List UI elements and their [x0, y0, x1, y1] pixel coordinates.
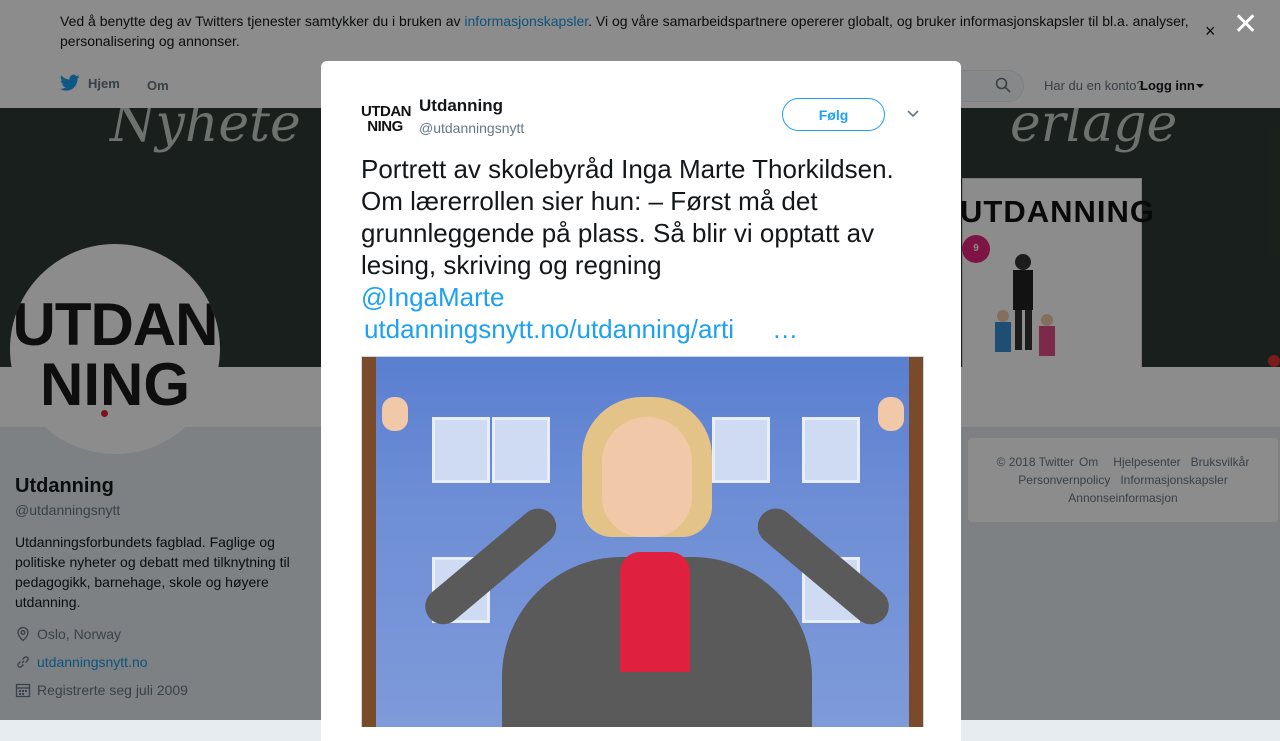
- photo-window: [802, 417, 860, 483]
- tweet-url-ellipsis: …: [772, 314, 799, 344]
- photo-window: [492, 417, 550, 483]
- photo-window-frame-right: [909, 357, 923, 727]
- tweet-author-handle[interactable]: @utdanningsnytt: [419, 120, 524, 136]
- close-icon[interactable]: ✕: [1233, 10, 1258, 40]
- tweet-avatar-line1: UTDAN: [361, 103, 412, 120]
- tweet-text-block: Portrett av skolebyråd Inga Marte Thorki…: [361, 153, 931, 345]
- follow-button[interactable]: Følg: [782, 98, 885, 131]
- photo-hand-right: [878, 397, 904, 431]
- tweet-author-name[interactable]: Utdanning: [419, 96, 503, 116]
- chevron-down-icon[interactable]: [906, 109, 920, 119]
- photo-window: [712, 417, 770, 483]
- tweet-mention-link[interactable]: @IngaMarte: [361, 281, 931, 313]
- photo-person-face: [602, 417, 692, 537]
- tweet-url-link[interactable]: utdanningsnytt.no/utdanning/arti …: [361, 313, 931, 345]
- tweet-url-text: utdanningsnytt.no/utdanning/arti: [364, 314, 735, 344]
- tweet-text: Portrett av skolebyråd Inga Marte Thorki…: [361, 154, 894, 280]
- photo-person-shirt: [620, 552, 690, 672]
- tweet-modal: UTDAN NING Utdanning @utdanningsnytt Føl…: [321, 61, 961, 741]
- tweet-photo[interactable]: [361, 356, 924, 727]
- tweet-avatar[interactable]: UTDAN NING: [361, 99, 412, 147]
- photo-hand-left: [382, 397, 408, 431]
- tweet-avatar-line2: NING: [367, 118, 403, 135]
- photo-window: [432, 417, 490, 483]
- photo-window-frame-left: [362, 357, 376, 727]
